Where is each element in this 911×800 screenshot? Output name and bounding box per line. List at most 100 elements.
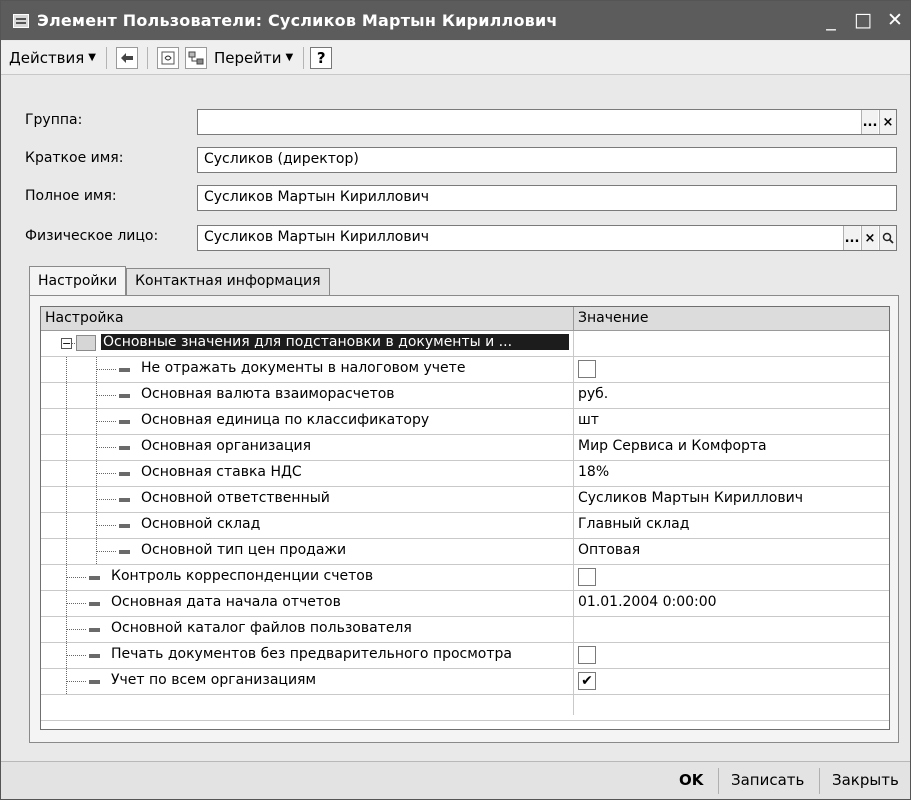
column-header-setting[interactable]: Настройка: [43, 307, 126, 331]
window-title: Элемент Пользователи: Сусликов Мартын Ки…: [37, 11, 558, 30]
short-name-label: Краткое имя:: [25, 150, 124, 166]
row-setting-value[interactable]: Оптовая: [578, 542, 640, 558]
row-setting-value[interactable]: Сусликов Мартын Кириллович: [578, 490, 803, 506]
goto-menu-button[interactable]: Перейти ▼: [210, 45, 297, 71]
row-setting-name: Основной тип цен продажи: [141, 542, 347, 558]
setting-icon: [89, 602, 100, 606]
row-setting-value[interactable]: шт: [578, 412, 599, 428]
actions-menu-button[interactable]: Действия ▼: [5, 45, 100, 71]
table-row[interactable]: Основной склад Главный склад: [41, 513, 889, 539]
table-row[interactable]: Основная единица по классификатору шт: [41, 409, 889, 435]
full-name-label: Полное имя:: [25, 188, 117, 204]
table-row[interactable]: Контроль корреспонденции счетов: [41, 565, 889, 591]
person-select-button[interactable]: ...: [843, 226, 860, 250]
row-setting-value[interactable]: Главный склад: [578, 516, 689, 532]
short-name-input[interactable]: Сусликов (директор): [197, 147, 897, 173]
chevron-down-icon: ▼: [285, 52, 294, 63]
setting-icon: [119, 524, 130, 528]
row-setting-value[interactable]: 01.01.2004 0:00:00: [578, 594, 717, 610]
row-checkbox[interactable]: [578, 568, 596, 586]
setting-icon: [89, 576, 100, 580]
settings-table[interactable]: Настройка Значение − Основные значения д…: [40, 306, 890, 730]
row-setting-name: Основная единица по классификатору: [141, 412, 430, 428]
collapse-icon[interactable]: −: [61, 338, 72, 349]
table-row[interactable]: Основной каталог файлов пользователя: [41, 617, 889, 643]
folder-icon: [76, 335, 96, 351]
row-setting-name: Учет по всем организациям: [111, 672, 317, 688]
maximize-button[interactable]: □: [854, 11, 872, 30]
table-row[interactable]: Основная ставка НДС 18%: [41, 461, 889, 487]
row-setting-name: Основной склад: [141, 516, 261, 532]
table-row[interactable]: Основная валюта взаиморасчетов руб.: [41, 383, 889, 409]
row-setting-value[interactable]: 18%: [578, 464, 609, 480]
column-header-value[interactable]: Значение: [576, 307, 650, 331]
row-setting-name: Не отражать документы в налоговом учете: [141, 360, 466, 376]
setting-icon: [89, 680, 100, 684]
row-setting-value[interactable]: руб.: [578, 386, 608, 402]
back-arrow-icon[interactable]: [116, 46, 138, 69]
minimize-button[interactable]: _: [822, 11, 840, 30]
setting-icon: [89, 628, 100, 632]
setting-icon: [119, 498, 130, 502]
group-clear-button[interactable]: ×: [879, 110, 896, 134]
tab-settings[interactable]: Настройки: [29, 266, 127, 296]
setting-icon: [119, 472, 130, 476]
row-checkbox-checked[interactable]: ✔: [578, 672, 596, 690]
form-icon: [13, 13, 29, 28]
group-select-button[interactable]: ...: [861, 110, 878, 134]
setting-icon: [119, 446, 130, 450]
table-row[interactable]: Основная организация Мир Сервиса и Комфо…: [41, 435, 889, 461]
full-name-input[interactable]: Сусликов Мартын Кириллович: [197, 185, 897, 211]
field-full-name-row: Полное имя: Сусликов Мартын Кириллович: [1, 183, 910, 213]
tab-contact-info[interactable]: Контактная информация: [126, 268, 330, 296]
row-setting-value[interactable]: Мир Сервиса и Комфорта: [578, 438, 767, 454]
title-bar[interactable]: Элемент Пользователи: Сусликов Мартын Ки…: [1, 1, 910, 40]
row-setting-name: Контроль корреспонденции счетов: [111, 568, 374, 584]
table-row[interactable]: Основной тип цен продажи Оптовая: [41, 539, 889, 565]
setting-icon: [119, 394, 130, 398]
row-setting-name: Основной ответственный: [141, 490, 330, 506]
table-row[interactable]: Печать документов без предварительного п…: [41, 643, 889, 669]
toolbar-separator: [303, 46, 305, 69]
group-row-label: Основные значения для подстановки в доку…: [101, 334, 569, 350]
person-clear-button[interactable]: ×: [861, 226, 878, 250]
row-setting-name: Основная организация: [141, 438, 312, 454]
setting-icon: [119, 420, 130, 424]
save-button[interactable]: Записать: [723, 768, 812, 794]
row-checkbox[interactable]: [578, 360, 596, 378]
field-person-row: Физическое лицо: Сусликов Мартын Кирилло…: [1, 223, 910, 253]
table-group-row[interactable]: − Основные значения для подстановки в до…: [41, 331, 889, 357]
actions-label: Действия: [9, 48, 85, 67]
table-row[interactable]: Основная дата начала отчетов 01.01.2004 …: [41, 591, 889, 617]
toolbar-separator: [147, 46, 148, 69]
chevron-down-icon: ▼: [88, 52, 96, 63]
footer-bar: OK Записать Закрыть: [1, 761, 910, 799]
row-setting-name: Основной каталог файлов пользователя: [111, 620, 412, 636]
group-label: Группа:: [25, 112, 83, 128]
recalculate-icon[interactable]: [157, 46, 179, 69]
table-row[interactable]: Основной ответственный Сусликов Мартын К…: [41, 487, 889, 513]
settings-panel: Настройка Значение − Основные значения д…: [29, 295, 899, 743]
person-open-button[interactable]: [879, 226, 896, 250]
row-setting-name: Основная валюта взаиморасчетов: [141, 386, 395, 402]
user-element-window: Элемент Пользователи: Сусликов Мартын Ки…: [0, 0, 911, 800]
close-window-button[interactable]: ✕: [886, 11, 904, 30]
goto-label: Перейти: [214, 48, 282, 67]
person-input[interactable]: Сусликов Мартын Кириллович: [197, 225, 897, 251]
field-group-row: Группа: ... ×: [1, 107, 910, 137]
field-short-name-row: Краткое имя: Сусликов (директор): [1, 145, 910, 175]
ok-button[interactable]: OK: [671, 768, 711, 794]
row-setting-name: Основная ставка НДС: [141, 464, 302, 480]
table-row[interactable]: Учет по всем организациям ✔: [41, 669, 889, 695]
group-input[interactable]: [197, 109, 897, 135]
magnifier-icon: [882, 232, 894, 244]
structure-icon[interactable]: [185, 46, 207, 69]
table-row[interactable]: Не отражать документы в налоговом учете: [41, 357, 889, 383]
table-header: Настройка Значение: [41, 307, 889, 331]
close-button[interactable]: Закрыть: [824, 768, 907, 794]
row-setting-name: Основная дата начала отчетов: [111, 594, 341, 610]
tab-strip: Настройки Контактная информация: [29, 266, 330, 296]
help-button[interactable]: ?: [310, 46, 333, 69]
setting-icon: [119, 550, 130, 554]
row-checkbox[interactable]: [578, 646, 596, 664]
